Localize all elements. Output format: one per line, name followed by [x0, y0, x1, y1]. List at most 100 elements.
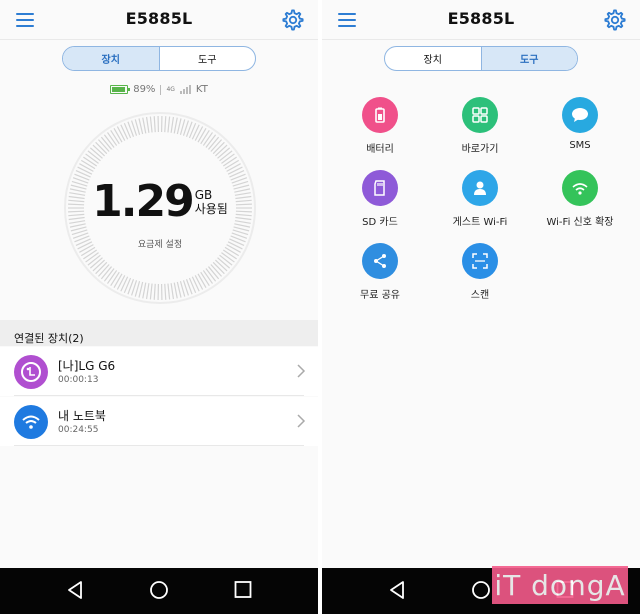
- back-icon[interactable]: [66, 580, 84, 600]
- gauge-tick: [116, 275, 126, 290]
- device-screen-left: E5885L 장치 도구 89% 4G KT 1.29 GB 사용됨 요금제 설정 …: [0, 0, 318, 568]
- gauge-tick: [167, 283, 171, 300]
- gauge-tick: [222, 249, 237, 260]
- tool-label: 게스트 Wi-Fi: [452, 217, 508, 228]
- tab-devices[interactable]: 장치: [385, 47, 481, 70]
- top-bar: E5885L: [322, 0, 640, 40]
- back-icon[interactable]: [388, 580, 406, 600]
- status-line: 89% 4G KT: [0, 84, 318, 95]
- gauge-tick: [153, 116, 156, 133]
- gauge-tick: [200, 130, 210, 145]
- gauge-tick: [97, 139, 110, 152]
- divider: [160, 84, 162, 95]
- usage-value: 1.29: [92, 176, 195, 227]
- gauge-tick: [142, 117, 147, 134]
- gauge-tick: [170, 116, 175, 133]
- recents-icon[interactable]: [234, 580, 252, 600]
- gauge-tick: [194, 275, 204, 290]
- gauge-tick: [95, 141, 108, 155]
- watermark: iT dongA: [492, 566, 628, 604]
- tool-battery[interactable]: 배터리: [325, 97, 435, 155]
- gauge-tick: [222, 156, 237, 167]
- gauge-tick: [77, 166, 93, 175]
- tool-label: SD 카드: [362, 217, 398, 228]
- gauge-tick: [207, 266, 220, 280]
- gauge-tick: [103, 134, 115, 148]
- gauge-tick: [212, 261, 225, 275]
- data-usage: 1.29 GB 사용됨: [60, 178, 260, 226]
- tool-sms[interactable]: SMS: [525, 97, 635, 151]
- tool-share[interactable]: 무료 공유: [325, 243, 435, 301]
- gauge-tick: [197, 128, 207, 143]
- device-row[interactable]: [나]LG G6 00:00:13: [0, 347, 318, 396]
- gauge-tick: [92, 144, 106, 157]
- gauge-tick: [217, 147, 231, 159]
- share-icon: [362, 243, 398, 279]
- tab-tools[interactable]: 도구: [480, 47, 577, 70]
- tab-tools[interactable]: 도구: [158, 47, 256, 70]
- gauge-tick: [205, 268, 217, 282]
- device-row[interactable]: 내 노트북 00:24:55: [0, 397, 318, 446]
- home-icon[interactable]: [471, 580, 491, 600]
- gauge-tick: [217, 257, 231, 269]
- gauge-tick: [138, 281, 144, 298]
- gauge-tick: [164, 116, 167, 133]
- gauge-tick: [219, 150, 233, 162]
- wifi-icon: [14, 405, 48, 439]
- gear-icon[interactable]: [282, 9, 304, 31]
- chevron-right-icon: [297, 364, 306, 378]
- carrier-name: KT: [195, 84, 208, 95]
- gauge-tick: [227, 166, 243, 175]
- gauge-tick: [103, 268, 115, 282]
- gauge-tick: [120, 276, 129, 292]
- segment-tabs: 장치 도구: [384, 46, 578, 71]
- gauge-tick: [97, 264, 110, 277]
- tool-label: 바로가기: [461, 144, 499, 155]
- gauge-tick: [110, 271, 120, 286]
- tool-shortcut[interactable]: 바로가기: [425, 97, 535, 155]
- gauge-tick: [145, 283, 150, 300]
- segment-tabs: 장치 도구: [62, 46, 256, 71]
- gauge-tick: [197, 273, 207, 288]
- gauge-tick: [212, 141, 225, 155]
- gauge-tick: [100, 266, 113, 280]
- shortcut-icon: [462, 97, 498, 133]
- gauge-tick: [120, 124, 129, 140]
- battery-icon: [362, 97, 398, 133]
- gauge-tick: [70, 226, 87, 232]
- home-icon[interactable]: [149, 580, 169, 600]
- tab-devices[interactable]: 장치: [63, 47, 159, 70]
- gauge-tick: [202, 270, 213, 284]
- gauge-tick: [89, 257, 103, 269]
- gauge-tick: [89, 147, 103, 159]
- gauge-tick: [173, 282, 178, 299]
- tool-wifi-extend[interactable]: Wi-Fi 신호 확장: [525, 170, 635, 228]
- usage-unit: GB: [194, 188, 213, 202]
- tool-scan[interactable]: 스캔: [425, 243, 535, 301]
- gauge-tick: [221, 252, 235, 263]
- gauge-tick: [221, 153, 235, 164]
- usage-label: 사용됨: [194, 202, 228, 216]
- plan-setting-link[interactable]: 요금제 설정: [60, 237, 260, 250]
- tool-label: SMS: [569, 140, 591, 151]
- gauge-tick: [87, 150, 101, 162]
- gauge-tick: [194, 126, 204, 141]
- tool-sd-card[interactable]: SD 카드: [325, 170, 435, 228]
- tool-label: 배터리: [366, 144, 394, 155]
- tool-guest-wifi[interactable]: 게스트 Wi-Fi: [425, 170, 535, 228]
- gear-icon[interactable]: [604, 9, 626, 31]
- gauge-tick: [214, 259, 228, 272]
- gauge-tick: [191, 276, 200, 292]
- lg-icon: [14, 355, 48, 389]
- gauge-tick: [214, 144, 228, 157]
- gauge-tick: [138, 118, 144, 135]
- gauge-tick: [142, 282, 147, 299]
- gauge-tick: [113, 273, 123, 288]
- sd-card-icon: [362, 170, 398, 206]
- tool-label: 스캔: [470, 290, 490, 301]
- gauge-tick: [107, 270, 118, 284]
- battery-icon: [110, 85, 131, 94]
- gauge-tick: [87, 254, 101, 266]
- gauge-tick: [113, 128, 123, 143]
- signal-icon: [179, 85, 191, 94]
